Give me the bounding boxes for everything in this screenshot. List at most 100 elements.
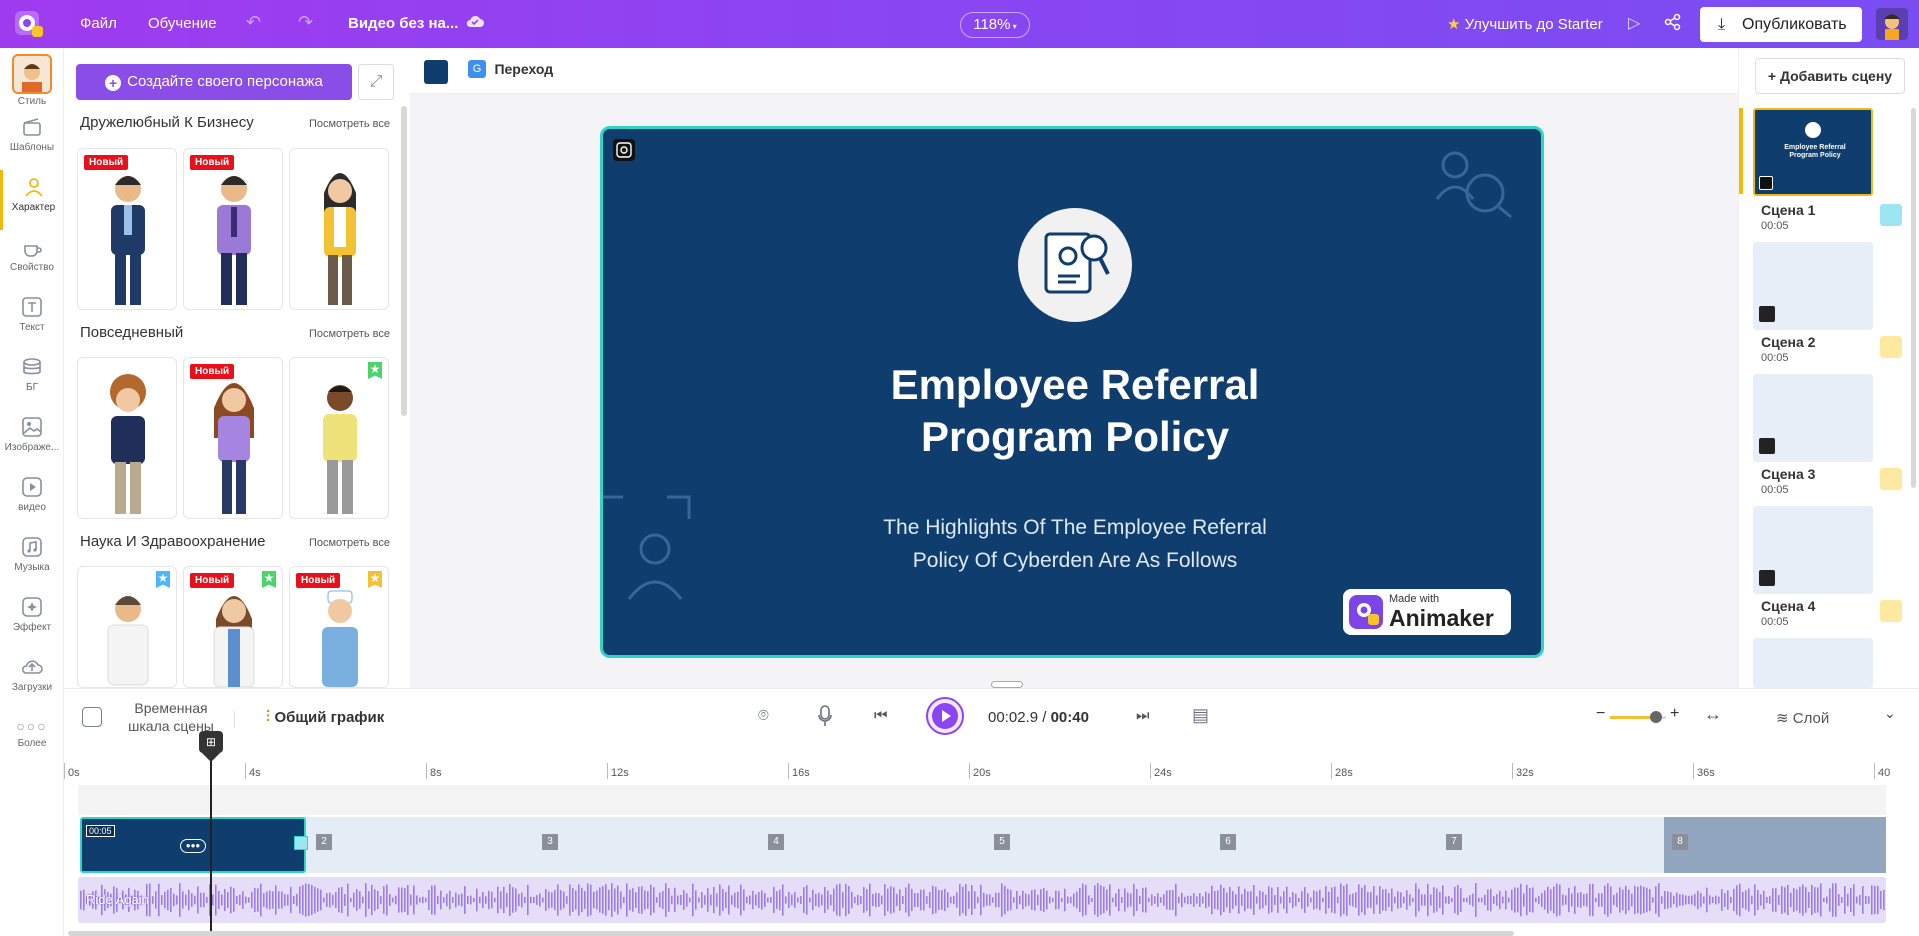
transition-icon[interactable] — [294, 836, 308, 850]
layer-button[interactable]: ≋ Слой — [1776, 709, 1829, 727]
slide-subtitle[interactable]: The Highlights Of The Employee Referral … — [603, 511, 1541, 577]
timeline-zoom-slider[interactable] — [1610, 711, 1666, 723]
scene-name[interactable]: Сцена 2 — [1761, 334, 1815, 350]
scene-thumbnail[interactable] — [1753, 374, 1873, 462]
nav-image[interactable]: Изображе... — [0, 410, 64, 470]
undo-icon[interactable]: ↶ — [246, 12, 261, 33]
create-character-button[interactable]: + Создайте своего персонажа — [76, 64, 352, 100]
download-icon: ⤓ — [1718, 16, 1726, 33]
fit-width-icon[interactable]: ↔ — [1704, 704, 1722, 725]
zoom-dropdown[interactable]: 118% ▾ — [960, 12, 1030, 38]
zoom-slider-knob[interactable] — [1650, 711, 1662, 723]
character-card[interactable]: Новый ★ — [289, 566, 389, 688]
animaker-logo-icon[interactable] — [12, 6, 46, 40]
scene-number[interactable]: 7 — [1446, 834, 1462, 850]
scene-thumbnail[interactable] — [1753, 638, 1873, 688]
timeline-ruler[interactable]: 0s 4s 8s 12s 16s 20s 24s 28s 32s 36s 40 — [64, 763, 1904, 785]
scene-number[interactable]: 2 — [316, 834, 332, 850]
share-icon[interactable] — [1664, 13, 1682, 36]
scene-thumbnail[interactable] — [1753, 506, 1873, 594]
nav-uploads[interactable]: Загрузки — [0, 650, 64, 710]
scene-thumbnail[interactable]: Employee Referral Program Policy — [1753, 108, 1873, 196]
transition-icon[interactable] — [1880, 336, 1902, 358]
scene-block-last[interactable] — [1664, 817, 1886, 873]
slide-title[interactable]: Employee Referral Program Policy — [603, 359, 1541, 463]
scene-name[interactable]: Сцена 4 — [1761, 598, 1815, 614]
expand-icon[interactable]: ⤢ — [358, 64, 394, 100]
scene-thumbnail[interactable] — [1753, 242, 1873, 330]
left-nav: Стиль Шаблоны Характер Свойство Текст БГ… — [0, 48, 64, 936]
scene-number[interactable]: 6 — [1220, 834, 1236, 850]
skip-back-icon[interactable]: ⏮ — [874, 707, 888, 724]
view-all-link[interactable]: Посмотреть все — [309, 118, 390, 130]
slide-canvas[interactable]: Employee Referral Program Policy The Hig… — [600, 126, 1544, 658]
nav-label: Характер — [11, 202, 56, 213]
scene-timeline-label[interactable]: Временная шкала сцены — [116, 699, 226, 735]
scene-block-active[interactable]: 00:05 ●●● — [80, 817, 306, 873]
zoom-out-icon[interactable]: − — [1596, 705, 1605, 723]
nav-more[interactable]: ○○○ Более — [0, 710, 64, 770]
camera-icon — [1759, 306, 1775, 322]
scene-camera-icon[interactable]: ⌾ — [758, 705, 769, 726]
watermark-brand-text: Animaker — [1389, 605, 1494, 631]
subtitles-icon[interactable]: ▤ — [1192, 705, 1209, 726]
character-card[interactable]: ★ — [289, 357, 389, 519]
transition-icon[interactable] — [1880, 204, 1902, 226]
view-all-link[interactable]: Посмотреть все — [309, 328, 390, 340]
microphone-icon[interactable] — [818, 705, 832, 732]
general-schedule-tab[interactable]: ⫶ Общий график — [266, 709, 384, 727]
horizontal-scrollbar[interactable] — [68, 931, 1514, 936]
scene-number[interactable]: 3 — [542, 834, 558, 850]
audio-track[interactable]: Ride Again — [78, 877, 1886, 923]
nav-music[interactable]: Музыка — [0, 530, 64, 590]
character-card[interactable] — [289, 148, 389, 310]
nav-character[interactable]: Характер — [0, 170, 64, 230]
scenes-scrollbar[interactable] — [1911, 108, 1916, 488]
canvas-resize-handle[interactable] — [991, 681, 1023, 688]
project-title[interactable]: Видео без на... — [348, 15, 458, 32]
nav-label: Изображе... — [4, 442, 60, 453]
character-card[interactable]: Новый — [183, 148, 283, 310]
transition-icon[interactable] — [1880, 468, 1902, 490]
upgrade-label: Улучшить до Starter — [1464, 16, 1603, 33]
camera-icon[interactable] — [613, 139, 635, 161]
user-avatar[interactable] — [1876, 8, 1908, 40]
transition-button[interactable]: G Переход — [468, 60, 553, 84]
nav-style[interactable]: Стиль — [0, 48, 64, 108]
menu-learning[interactable]: Обучение — [148, 15, 217, 32]
panel-scrollbar[interactable] — [401, 106, 407, 416]
character-card[interactable]: ★ — [77, 566, 177, 688]
scene-timeline-icon[interactable] — [82, 707, 102, 727]
bg-color-swatch[interactable] — [424, 60, 448, 84]
scene-name[interactable]: Сцена 1 — [1761, 202, 1815, 218]
chevron-down-icon[interactable]: ⌄ — [1884, 705, 1896, 722]
transition-icon[interactable] — [1880, 600, 1902, 622]
publish-button[interactable]: ⤓ Опубликовать — [1700, 7, 1862, 42]
character-card[interactable]: Новый — [183, 357, 283, 519]
playhead-handle[interactable]: ⊞ — [199, 731, 223, 753]
character-card[interactable] — [77, 357, 177, 519]
upgrade-link[interactable]: ★ Улучшить до Starter — [1447, 15, 1603, 33]
nav-templates[interactable]: Шаблоны — [0, 110, 64, 170]
nav-text[interactable]: Текст — [0, 290, 64, 350]
character-card[interactable]: Новый — [77, 148, 177, 310]
add-scene-button[interactable]: + Добавить сцену — [1755, 58, 1905, 94]
scene-number[interactable]: 8 — [1672, 834, 1688, 850]
view-all-link[interactable]: Посмотреть все — [309, 537, 390, 549]
scene-number[interactable]: 5 — [994, 834, 1010, 850]
character-card[interactable]: Новый ★ — [183, 566, 283, 688]
scene-name[interactable]: Сцена 3 — [1761, 466, 1815, 482]
redo-icon[interactable]: ↷ — [298, 12, 313, 33]
scene-number[interactable]: 4 — [768, 834, 784, 850]
zoom-in-icon[interactable]: + — [1670, 705, 1679, 723]
play-button[interactable] — [926, 697, 964, 735]
preview-play-icon[interactable]: ▷ — [1628, 13, 1640, 33]
more-options-icon[interactable]: ●●● — [180, 839, 206, 853]
skip-forward-icon[interactable]: ⏭ — [1136, 707, 1150, 724]
menu-file[interactable]: Файл — [80, 15, 117, 32]
nav-video[interactable]: видео — [0, 470, 64, 530]
nav-effect[interactable]: Эффект — [0, 590, 64, 650]
nav-bg[interactable]: БГ — [0, 350, 64, 410]
nav-property[interactable]: Свойство — [0, 230, 64, 290]
playhead[interactable]: ⊞ — [199, 731, 223, 935]
